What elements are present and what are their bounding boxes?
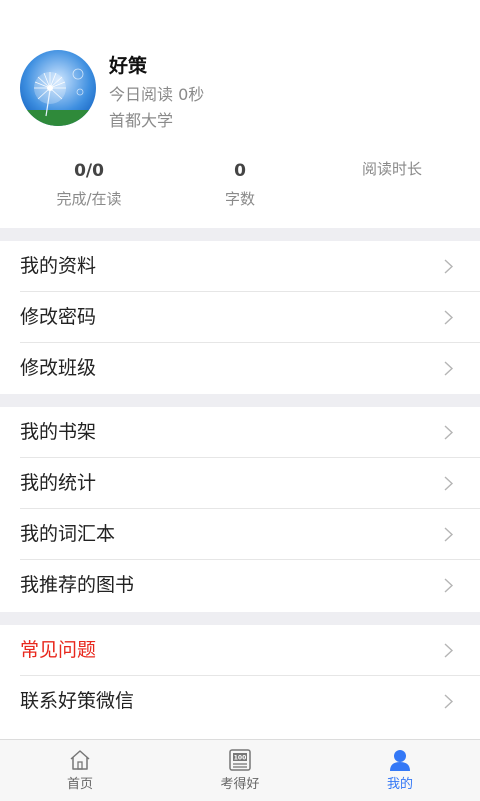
tab-kaodehao[interactable]: 100 考得好 bbox=[160, 740, 320, 801]
chevron-right-icon bbox=[444, 476, 454, 491]
menu-label: 我推荐的图书 bbox=[20, 574, 135, 596]
section-divider bbox=[0, 228, 480, 241]
chevron-right-icon bbox=[444, 361, 454, 376]
menu-contact-wechat[interactable]: 联系好策微信 bbox=[0, 676, 480, 727]
profile-name: 好策 bbox=[109, 55, 148, 77]
chevron-right-icon bbox=[444, 578, 454, 593]
chevron-right-icon bbox=[444, 425, 454, 440]
tab-home[interactable]: 首页 bbox=[0, 740, 160, 801]
chevron-right-icon bbox=[444, 259, 454, 274]
menu-label: 我的书架 bbox=[20, 421, 97, 443]
stat-value: 0 bbox=[234, 161, 246, 181]
chevron-right-icon bbox=[444, 694, 454, 709]
menu-label: 我的统计 bbox=[20, 472, 97, 494]
tab-label: 我的 bbox=[386, 777, 413, 792]
menu-change-password[interactable]: 修改密码 bbox=[0, 292, 480, 343]
menu-label: 修改班级 bbox=[20, 357, 97, 379]
menu-my-statistics[interactable]: 我的统计 bbox=[0, 458, 480, 509]
stat-label: 完成/在读 bbox=[56, 190, 122, 208]
profile-header: 好策 今日阅读 0秒 首都大学 0/0 完成/在读 0 字数 阅读时长 bbox=[0, 0, 480, 228]
section-divider bbox=[0, 612, 480, 625]
school-name: 首都大学 bbox=[109, 111, 174, 130]
menu-my-vocabulary[interactable]: 我的词汇本 bbox=[0, 509, 480, 560]
menu-my-bookshelf[interactable]: 我的书架 bbox=[0, 407, 480, 458]
bottom-tab-bar: 首页 100 考得好 我的 bbox=[0, 739, 480, 801]
stat-completed-reading: 0/0 完成/在读 bbox=[9, 158, 169, 210]
stat-label: 字数 bbox=[224, 190, 255, 208]
score-board-icon: 100 bbox=[229, 749, 251, 771]
menu-label: 联系好策微信 bbox=[20, 690, 135, 712]
menu-label: 我的词汇本 bbox=[20, 523, 116, 545]
section-divider bbox=[0, 394, 480, 407]
today-reading-time: 今日阅读 0秒 bbox=[109, 85, 205, 104]
menu-change-class[interactable]: 修改班级 bbox=[0, 343, 480, 394]
menu-faq[interactable]: 常见问题 bbox=[0, 625, 480, 676]
tab-label: 考得好 bbox=[220, 777, 260, 792]
chevron-right-icon bbox=[444, 527, 454, 542]
stat-word-count: 0 字数 bbox=[160, 158, 320, 210]
home-icon bbox=[70, 750, 90, 770]
chevron-right-icon bbox=[444, 643, 454, 658]
chevron-right-icon bbox=[444, 310, 454, 325]
stat-label: 阅读时长 bbox=[361, 160, 422, 178]
menu-my-profile[interactable]: 我的资料 bbox=[0, 241, 480, 292]
menu-label: 常见问题 bbox=[20, 639, 97, 661]
stat-reading-duration: 阅读时长 bbox=[312, 158, 472, 180]
user-icon bbox=[390, 750, 410, 771]
avatar[interactable] bbox=[20, 50, 96, 126]
svg-text:100: 100 bbox=[234, 754, 247, 761]
tab-label: 首页 bbox=[66, 777, 93, 792]
menu-my-recommended-books[interactable]: 我推荐的图书 bbox=[0, 560, 480, 611]
menu-label: 修改密码 bbox=[20, 306, 97, 328]
tab-mine[interactable]: 我的 bbox=[320, 740, 480, 801]
stat-value: 0/0 bbox=[74, 161, 104, 181]
menu-label: 我的资料 bbox=[20, 255, 97, 277]
